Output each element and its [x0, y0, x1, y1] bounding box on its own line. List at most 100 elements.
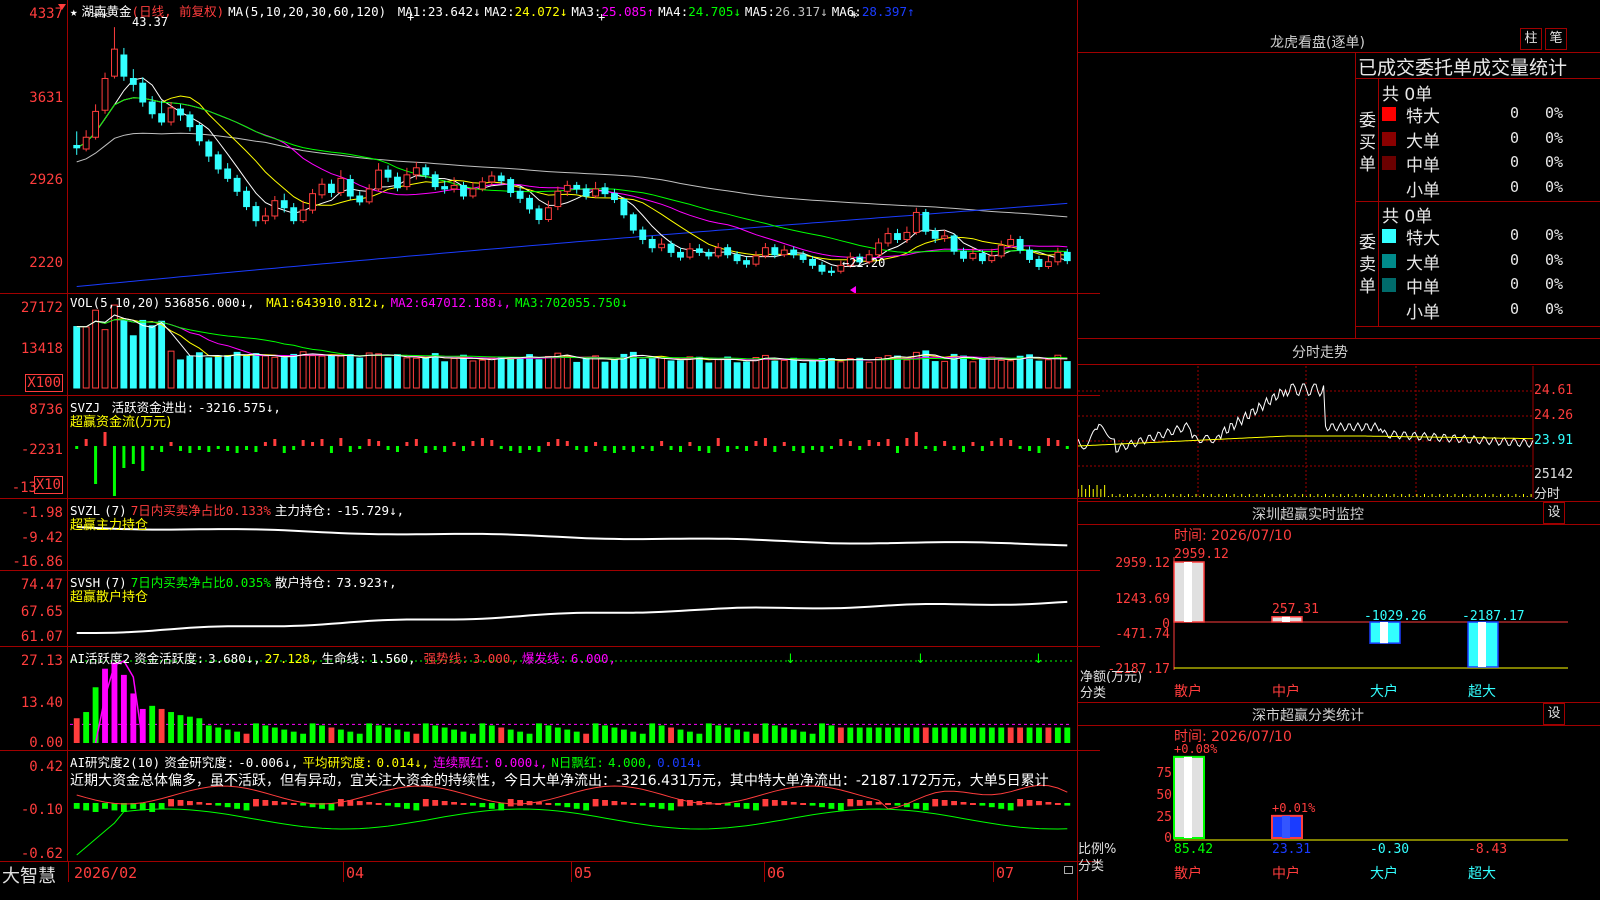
- life-line-value: 1.560,: [370, 651, 416, 666]
- activity-bar: [234, 731, 241, 743]
- volume-bar: [856, 357, 864, 389]
- brand-logo[interactable]: 大智慧: [2, 862, 56, 888]
- volume-panel[interactable]: 27172 13418 X100 VOL(5,10,20) 536856.000↓…: [0, 294, 1100, 396]
- buy-row-value: 0: [1510, 177, 1520, 196]
- volume-bar: [394, 354, 401, 389]
- candle-body: [384, 169, 392, 178]
- candle-body: [799, 254, 807, 260]
- fund-flow-bar: [924, 446, 928, 449]
- candle-body: [261, 215, 269, 222]
- svsh-panel[interactable]: 74.47 67.65 61.07 SVSH (7) 7日内买卖净占比0.035% 散…: [0, 571, 1100, 647]
- research-bar: [1054, 803, 1061, 805]
- research-bar: [819, 803, 825, 808]
- svzj-panel[interactable]: 8736 -2231 -13 X10 SVZJ 活跃资金进出: -3216.575…: [0, 396, 1100, 499]
- activity-bar: [1036, 727, 1042, 743]
- candle-body: [563, 184, 571, 192]
- activity-bar: [300, 733, 307, 743]
- fund-flow-bar: [1018, 446, 1022, 449]
- activity-bar: [847, 727, 854, 743]
- volume-bar: [460, 354, 467, 389]
- candle-body: [573, 184, 581, 190]
- favorite-star-icon[interactable]: ★: [70, 4, 78, 19]
- volume-bar: [167, 350, 175, 389]
- fund-flow-bar: [914, 432, 918, 446]
- fund-flow-bar: [641, 446, 645, 449]
- ma-legend-value: 24.072↓: [514, 4, 568, 19]
- volume-bar: [780, 359, 788, 389]
- candle-body: [403, 174, 411, 188]
- ma-legend-value: 28.397↑: [861, 4, 915, 19]
- fund-flow-bar: [178, 446, 182, 451]
- activity-bar: [611, 727, 618, 743]
- activity-bar: [422, 723, 429, 743]
- research-bar: [583, 803, 590, 811]
- menu-arrow-icon[interactable]: [58, 4, 66, 10]
- volume-bar: [582, 358, 590, 389]
- sell-row-value: 0: [1510, 250, 1520, 269]
- volume-bar: [771, 360, 779, 389]
- candle-body: [535, 208, 543, 221]
- cont-red-value: 0.000↓,: [494, 755, 548, 770]
- signal-arrow-icon: ↓: [1033, 652, 1044, 667]
- fund-flow-bar: [650, 446, 654, 451]
- ai-active-panel[interactable]: 27.13 13.40 0.00 ↓ ↓ ↓ AI活跃度2 资金活跃度: 3.680↓,…: [0, 647, 1100, 751]
- lock-icon[interactable]: [1064, 866, 1073, 874]
- ma-legend-value: 25.085↑: [601, 4, 655, 19]
- sz-class-panel[interactable]: 深市超赢分类统计 设 时间: 2026/07/10 75 50 25 0 +0.08% 8…: [1078, 703, 1600, 900]
- ai-active-header: AI活跃度2 资金活跃度: 3.680↓, 27.128, 生命线: 1.560, 强势线:…: [70, 648, 620, 667]
- buy-row-pct: 0%: [1545, 153, 1564, 171]
- research-bar: [262, 800, 269, 806]
- activity-bar: [1054, 727, 1061, 743]
- activity-bar: [894, 727, 901, 743]
- event-marker[interactable]: +: [407, 10, 414, 24]
- research-bar: [771, 800, 778, 806]
- research-bar: [158, 803, 165, 809]
- volume-bar: [931, 361, 939, 389]
- date-tick: 06: [767, 864, 786, 882]
- burst-line-value: 6.000,: [570, 651, 617, 666]
- ai-research-panel[interactable]: 0.42 -0.10 -0.62 AI研究度2(10) 资金研究度: -0.006↓…: [0, 751, 1100, 862]
- volume-bar: [412, 357, 420, 389]
- event-marker[interactable]: +: [598, 10, 605, 24]
- research-bar: [630, 803, 637, 805]
- activity-bar: [979, 727, 986, 743]
- event-marker[interactable]: **: [92, 10, 109, 26]
- candle-body: [129, 78, 137, 85]
- activity-bar: [281, 729, 288, 743]
- bar-mode-button[interactable]: 柱: [1520, 28, 1542, 50]
- fund-flow-bar: [282, 446, 286, 453]
- candle-body: [724, 247, 732, 256]
- activity-bar: [73, 718, 80, 743]
- activity-bar: [743, 731, 750, 743]
- candle-body: [148, 101, 156, 115]
- candle-body: [120, 54, 128, 77]
- research-bar: [913, 803, 920, 809]
- volume-bar: [544, 355, 552, 389]
- candle-body: [252, 206, 260, 222]
- fund-flow-bar: [528, 446, 532, 450]
- event-marker[interactable]: *: [850, 10, 858, 26]
- candlestick-chart[interactable]: [0, 0, 1100, 294]
- volume-bar: [233, 351, 241, 389]
- n-red-label: N日飘红:: [551, 755, 604, 770]
- candle-body: [1026, 249, 1033, 260]
- sz-monitor-panel[interactable]: 深圳超赢实时监控 设 时间: 2026/07/10 2959.12 1243.69…: [1078, 502, 1600, 702]
- activity-bar: [856, 727, 863, 743]
- candle-body: [233, 177, 241, 192]
- fund-flow-bar: [895, 446, 899, 453]
- fund-flow-bar: [226, 446, 230, 451]
- research-bar: [488, 803, 495, 809]
- sz-category-label: 超大: [1468, 684, 1496, 700]
- intraday-y-tick: 24.26: [1534, 408, 1574, 423]
- price-panel[interactable]: 4337 3631 2926 2220 ★ 湖南黄金(日线, 前复权) MA(5,1…: [0, 0, 1100, 294]
- activity-bar: [375, 725, 382, 743]
- activity-bar: [356, 733, 363, 743]
- svzl-panel[interactable]: -1.98 -9.42 -16.86 SVZL (7) 7日内买卖净占比0.133%…: [0, 499, 1100, 571]
- intraday-panel[interactable]: 分时走势 24.61 24.26 23.91 25142 分时: [1078, 339, 1600, 502]
- intraday-chart[interactable]: [1078, 339, 1600, 501]
- research-bar: [224, 803, 231, 808]
- volume-bar: [516, 357, 524, 389]
- research-bar: [734, 803, 741, 808]
- volume-bar: [111, 304, 118, 389]
- pen-mode-button[interactable]: 笔: [1545, 28, 1567, 50]
